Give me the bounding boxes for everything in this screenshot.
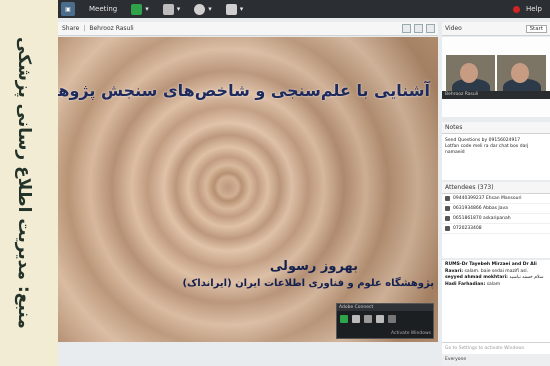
presenter-name: Behrooz Rasuli — [89, 25, 134, 32]
attendees-count: (373) — [477, 184, 494, 191]
microphone-button[interactable]: ▾ — [131, 3, 149, 15]
options-icon[interactable] — [414, 24, 423, 33]
notes-pod: Send Questions by 09156024917 Lotfan cod… — [442, 134, 550, 180]
attendees-header: Attendees (373) — [442, 182, 550, 194]
shared-slide: آشنایی با علم‌سنجی و شاخص‌های سنجش پژوهش… — [58, 37, 438, 342]
record-indicator-icon — [513, 5, 521, 13]
speaker-button[interactable]: ▾ — [162, 3, 180, 15]
side-banner: منبع: مدیریت اطلاع رسانی پزشکی — [0, 0, 48, 366]
microphone-icon — [131, 3, 143, 15]
meeting-menu[interactable]: Meeting — [89, 5, 117, 13]
camera-feed-2 — [497, 55, 546, 91]
mini-control-panel: Adobe Connect Activate Windows — [336, 303, 434, 339]
chat-message: salam. baie sedai mazifi asl. — [464, 268, 529, 274]
app-logo-icon: ▣ — [61, 2, 75, 16]
chat-message: سلام خسته نباشید — [509, 275, 544, 280]
mini-mic-icon[interactable] — [340, 315, 348, 323]
app-window: ▣ Meeting ▾ ▾ ▾ ▾ Help Share | Behrooz R… — [58, 0, 550, 366]
meeting-label: Meeting — [89, 5, 118, 13]
share-label: Share — [62, 25, 80, 32]
help-menu[interactable]: Help — [526, 5, 542, 13]
chat-sender: seyyed ahmad mokhtari: — [445, 275, 508, 280]
share-pod-header: Share | Behrooz Rasuli — [58, 22, 438, 36]
webcam-icon — [194, 3, 206, 15]
mini-camera-icon[interactable] — [352, 315, 360, 323]
chat-recipient-selector[interactable]: Everyone — [442, 354, 550, 366]
list-item[interactable]: 09440399237 Ehsan Mansouri — [442, 194, 550, 204]
attendees-list: 09440399237 Ehsan Mansouri 0631934866 Ab… — [442, 194, 550, 258]
activate-windows-watermark: Activate Windows — [391, 331, 431, 336]
banner-text: منبع: مدیریت اطلاع رسانی پزشکی — [14, 37, 34, 329]
slide-title: آشنایی با علم‌سنجی و شاخص‌های سنجش پژوهش — [58, 81, 430, 100]
notes-line-2: Lotfan code meli ra dar chat box darj na… — [445, 144, 529, 155]
list-item[interactable]: 0651861870 askaripanah — [442, 214, 550, 224]
chat-pod: RUMS-Dr Tayebeh Mirzaei and Dr Ali Ravar… — [442, 260, 550, 342]
webcam-button[interactable]: ▾ — [194, 3, 212, 15]
user-icon — [445, 216, 450, 221]
institute-name: پژوهشگاه علوم و فناوری اطلاعات ایران (ای… — [182, 278, 434, 289]
menu-icon[interactable] — [426, 24, 435, 33]
notes-header: Notes — [442, 122, 550, 134]
attendees-label: Attendees — [445, 184, 476, 191]
speaker-icon — [162, 3, 174, 15]
speaker-name: بهروز رسولی — [269, 259, 358, 274]
user-icon — [445, 226, 450, 231]
mini-share-icon[interactable] — [364, 315, 372, 323]
hand-icon — [225, 3, 237, 15]
chat-sender: Hadi Farhadian: — [445, 281, 486, 287]
user-icon — [445, 206, 450, 211]
camera-label: Behrooz Rasuli — [442, 91, 550, 99]
fullscreen-icon[interactable] — [402, 24, 411, 33]
mini-title: Adobe Connect — [337, 304, 433, 311]
video-pod: Behrooz Rasuli — [442, 37, 550, 117]
list-item[interactable]: 0631934866 Abbas Java — [442, 204, 550, 214]
menubar: ▣ Meeting ▾ ▾ ▾ ▾ Help — [58, 0, 550, 18]
camera-feed-1 — [446, 55, 495, 91]
chat-input[interactable]: Go to Settings to activate Windows — [442, 342, 550, 354]
user-icon — [445, 196, 450, 201]
mini-hand-icon[interactable] — [376, 315, 384, 323]
raise-hand-button[interactable]: ▾ — [225, 3, 243, 15]
list-item[interactable]: 0720233408 — [442, 224, 550, 234]
video-pod-header: Video Start — [442, 22, 550, 36]
chat-message: salam — [486, 281, 501, 287]
video-label: Video — [445, 25, 462, 32]
start-video-button[interactable]: Start — [525, 24, 547, 33]
mini-settings-icon[interactable] — [388, 315, 396, 323]
